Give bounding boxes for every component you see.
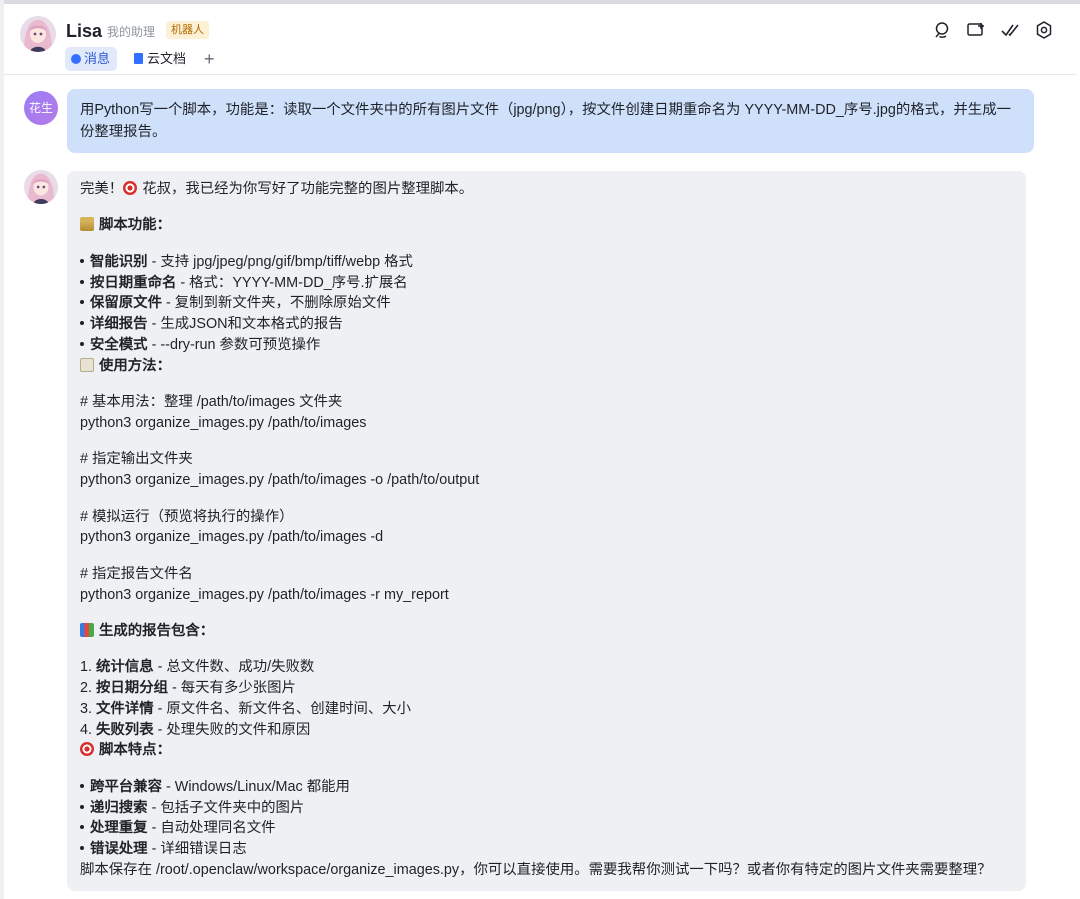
user-avatar[interactable]: 花生 xyxy=(24,91,58,125)
tab-messages[interactable]: 消息 xyxy=(65,47,118,71)
report-term: 按日期分组 xyxy=(96,680,168,697)
bot-avatar-header[interactable] xyxy=(20,16,56,52)
report-desc: - 每天有多少张图片 xyxy=(167,680,296,697)
usage-command: python3 organize_images.py /path/to/imag… xyxy=(80,529,384,546)
window-frame-left xyxy=(0,0,4,899)
tab-messages-label: 消息 xyxy=(84,51,111,66)
traits-heading: 脚本特点： xyxy=(80,740,1013,761)
add-window-icon[interactable] xyxy=(966,20,986,40)
bot-message-bubble: 完美！ 花叔，我已经为你写好了功能完整的图片整理脚本。 脚本功能： 智能识别 - … xyxy=(67,171,1026,891)
list-item: 保留原文件 - 复制到新文件夹，不删除原始文件 xyxy=(80,293,1013,314)
list-item: 处理重复 - 自动处理同名文件 xyxy=(80,818,1013,839)
usage-comment: # 模拟运行（预览将执行的操作） xyxy=(80,508,294,525)
feature-desc: - 支持 jpg/jpeg/png/gif/bmp/tiff/webp 格式 xyxy=(147,253,413,270)
report-term: 文件详情 xyxy=(96,700,154,717)
add-tab-button[interactable]: + xyxy=(204,48,215,70)
trait-desc: - Windows/Linux/Mac 都能用 xyxy=(161,778,350,795)
list-item: 错误处理 - 详细错误日志 xyxy=(80,839,1013,860)
report-num: 4. xyxy=(80,721,93,738)
list-item: 1. 统计信息 - 总文件数、成功/失败数 xyxy=(80,657,1013,678)
features-title: 脚本功能： xyxy=(99,217,171,234)
list-item: 安全模式 - --dry-run 参数可预览操作 xyxy=(80,335,1013,356)
feature-desc: - 复制到新文件夹，不删除原始文件 xyxy=(161,295,391,312)
clipboard-icon xyxy=(80,357,94,372)
usage-command: python3 organize_images.py /path/to/imag… xyxy=(80,472,480,489)
report-term: 失败列表 xyxy=(96,721,154,738)
feature-term: 详细报告 xyxy=(90,316,148,333)
usage-command: python3 organize_images.py /path/to/imag… xyxy=(80,414,367,431)
list-item: 2. 按日期分组 - 每天有多少张图片 xyxy=(80,678,1013,699)
bot-avatar[interactable] xyxy=(24,170,58,204)
target-icon xyxy=(123,181,138,195)
usage-command: python3 organize_images.py /path/to/imag… xyxy=(80,586,449,603)
intro-a: 完美！ xyxy=(80,181,124,197)
usage-comment: # 指定输出文件夹 xyxy=(80,451,193,468)
list-item: 智能识别 - 支持 jpg/jpeg/png/gif/bmp/tiff/webp… xyxy=(80,252,1013,273)
list-item: 递归搜索 - 包括子文件夹中的图片 xyxy=(80,798,1013,819)
trait-term: 处理重复 xyxy=(90,820,148,837)
report-desc: - 处理失败的文件和原因 xyxy=(153,721,311,738)
intro-line: 完美！ 花叔，我已经为你写好了功能完整的图片整理脚本。 xyxy=(80,179,1013,200)
list-item: 详细报告 - 生成JSON和文本格式的报告 xyxy=(80,314,1013,335)
intro-b: 花叔，我已经为你写好了功能完整的图片整理脚本。 xyxy=(142,181,474,197)
trait-term: 跨平台兼容 xyxy=(90,778,162,795)
list-item: 按日期重命名 - 格式：YYYY-MM-DD_序号.扩展名 xyxy=(80,273,1013,294)
report-heading: 生成的报告包含： xyxy=(80,621,1013,642)
report-term: 统计信息 xyxy=(96,659,154,676)
closing-line: 脚本保存在 /root/.openclaw/workspace/organize… xyxy=(80,862,992,879)
usage-heading: 使用方法： xyxy=(80,356,1013,377)
usage-comment: # 基本用法：整理 /path/to/images 文件夹 xyxy=(80,394,343,411)
traits-title: 脚本特点： xyxy=(99,742,171,759)
report-num: 3. xyxy=(80,700,93,717)
trait-term: 错误处理 xyxy=(90,841,148,858)
bar-chart-icon xyxy=(80,622,94,637)
feature-desc: - 格式：YYYY-MM-DD_序号.扩展名 xyxy=(176,274,408,291)
done-check-icon[interactable] xyxy=(1000,20,1020,40)
list-item: 3. 文件详情 - 原文件名、新文件名、创建时间、大小 xyxy=(80,699,1013,720)
feature-desc: - 生成JSON和文本格式的报告 xyxy=(147,316,343,333)
report-desc: - 原文件名、新文件名、创建时间、大小 xyxy=(153,700,412,717)
search-chat-icon[interactable] xyxy=(932,20,952,40)
feature-term: 保留原文件 xyxy=(90,295,162,312)
chat-title: Lisa xyxy=(66,21,103,41)
chat-subtitle: 我的助理 xyxy=(107,25,156,39)
report-num: 1. xyxy=(80,659,93,676)
feature-term: 按日期重命名 xyxy=(90,274,177,291)
report-desc: - 总文件数、成功/失败数 xyxy=(153,659,315,676)
usage-title: 使用方法： xyxy=(99,357,171,374)
trait-term: 递归搜索 xyxy=(90,799,148,816)
report-num: 2. xyxy=(80,680,93,697)
settings-gear-icon[interactable] xyxy=(1034,20,1054,40)
folder-icon xyxy=(80,217,94,232)
list-item: 跨平台兼容 - Windows/Linux/Mac 都能用 xyxy=(80,777,1013,798)
feature-term: 智能识别 xyxy=(90,253,148,270)
features-heading: 脚本功能： xyxy=(80,215,1013,236)
trait-desc: - 包括子文件夹中的图片 xyxy=(147,799,305,816)
list-item: 4. 失败列表 - 处理失败的文件和原因 xyxy=(80,720,1013,741)
report-title: 生成的报告包含： xyxy=(99,622,215,639)
document-icon xyxy=(134,53,143,64)
usage-comment: # 指定报告文件名 xyxy=(80,565,193,582)
feature-desc: - --dry-run 参数可预览操作 xyxy=(147,336,321,353)
target-icon xyxy=(80,742,94,757)
trait-desc: - 自动处理同名文件 xyxy=(147,820,276,837)
tab-cloud-docs-label: 云文档 xyxy=(147,51,187,66)
message-icon xyxy=(71,54,81,64)
tab-cloud-docs[interactable]: 云文档 xyxy=(128,47,193,71)
feature-term: 安全模式 xyxy=(90,336,148,353)
bot-badge: 机器人 xyxy=(166,21,209,39)
user-message-bubble: 用Python写一个脚本，功能是：读取一个文件夹中的所有图片文件（jpg/png… xyxy=(67,89,1034,153)
trait-desc: - 详细错误日志 xyxy=(147,841,247,858)
chat-header: Lisa 我的助理 机器人 消息 云文档 + xyxy=(4,4,1076,75)
